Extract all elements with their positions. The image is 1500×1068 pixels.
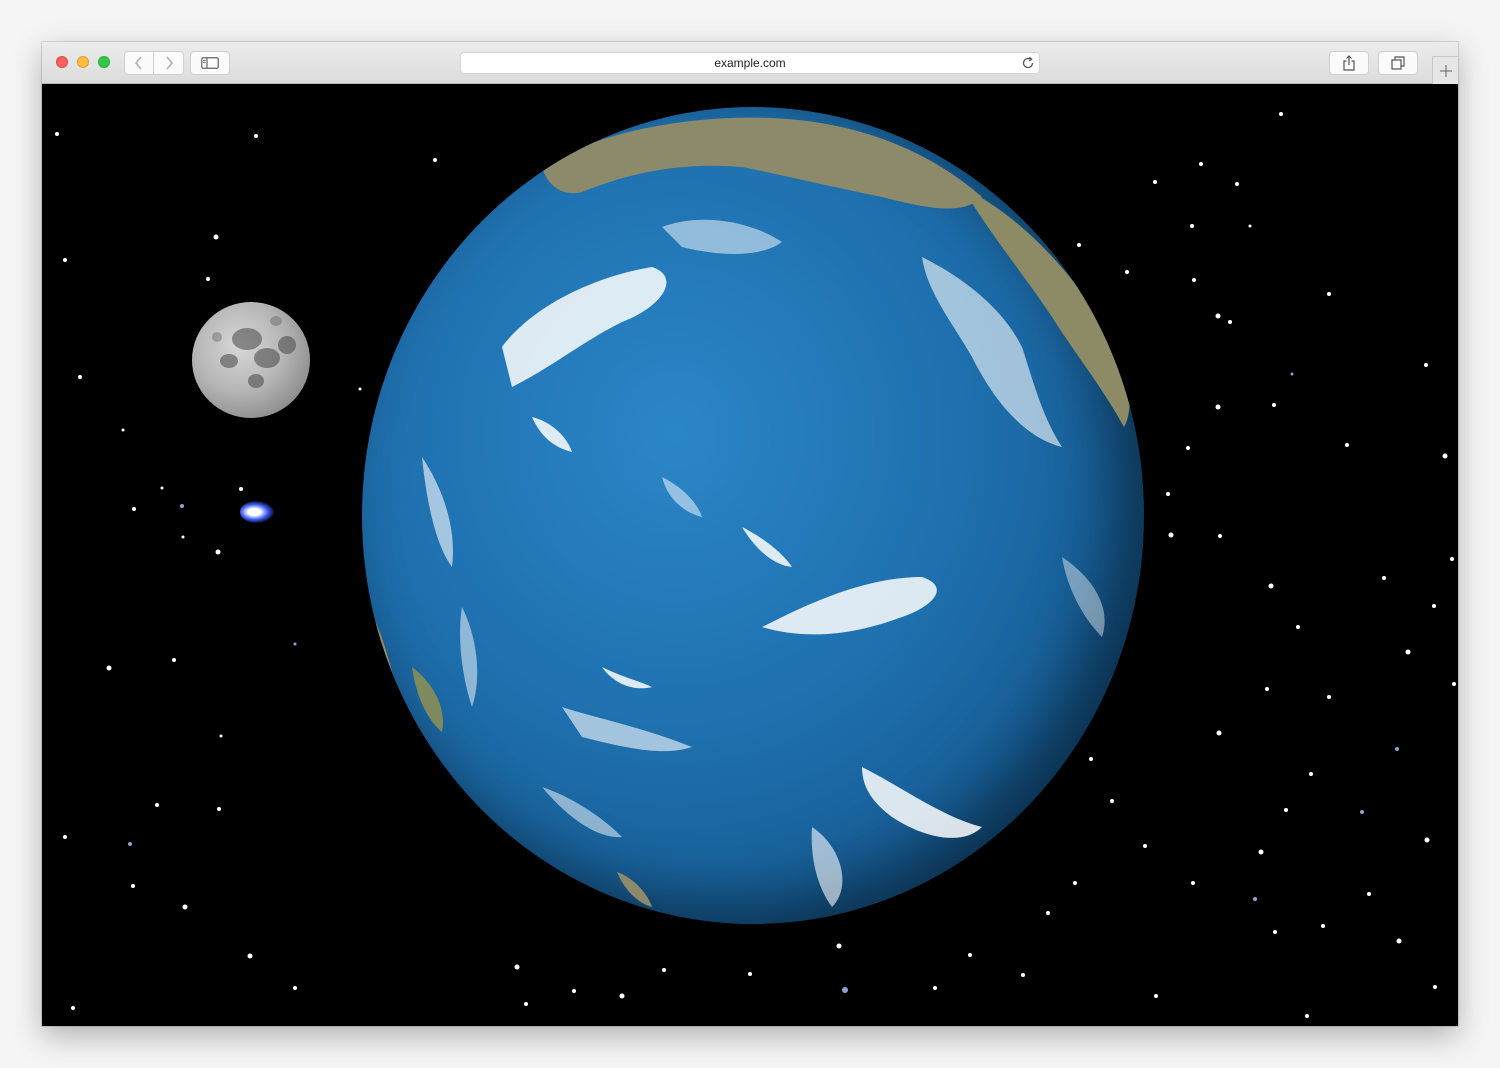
- sidebar-icon: [201, 57, 219, 69]
- new-tab-button[interactable]: [1432, 56, 1458, 84]
- share-icon: [1343, 55, 1355, 71]
- moon: [192, 302, 310, 418]
- forward-button[interactable]: [154, 51, 184, 75]
- earth-surface: [362, 117, 1130, 907]
- earth: [362, 107, 1144, 924]
- back-button[interactable]: [124, 51, 154, 75]
- navigation-buttons: [124, 51, 184, 75]
- chevron-right-icon: [165, 56, 173, 70]
- minimize-icon[interactable]: [77, 56, 89, 68]
- close-icon[interactable]: [56, 56, 68, 68]
- page-viewport[interactable]: [42, 84, 1458, 1026]
- blue-star: [240, 501, 274, 523]
- sidebar-button[interactable]: [190, 51, 230, 75]
- share-button[interactable]: [1329, 51, 1369, 75]
- plus-icon: [1439, 64, 1452, 77]
- browser-toolbar: example.com: [42, 42, 1458, 84]
- tabs-icon: [1391, 56, 1405, 70]
- chevron-left-icon: [134, 56, 142, 70]
- maximize-icon[interactable]: [98, 56, 110, 68]
- reload-icon[interactable]: [1021, 56, 1035, 70]
- tabs-button[interactable]: [1378, 51, 1418, 75]
- address-bar[interactable]: example.com: [460, 52, 1040, 74]
- url-text: example.com: [714, 56, 786, 70]
- browser-window: example.com: [42, 42, 1458, 1026]
